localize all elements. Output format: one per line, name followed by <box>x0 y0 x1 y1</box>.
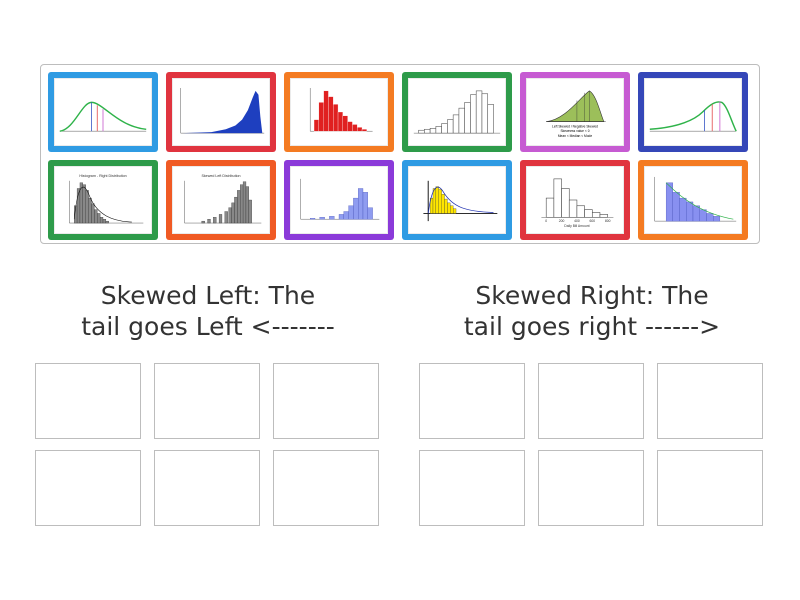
card-5-line2: Skewness value < 0 <box>561 129 590 133</box>
lavender-left-skew-histogram-icon <box>300 178 380 220</box>
yellow-right-skew-histogram-icon <box>423 180 498 222</box>
drop-slot-right-5[interactable] <box>538 450 644 526</box>
card-11-tick-1: 200 <box>559 219 565 223</box>
card-12-image <box>644 166 742 234</box>
card-12[interactable] <box>638 160 748 240</box>
category-heading-right: Skewed Right: The tail goes right ------… <box>442 280 742 342</box>
blue-right-skew-histogram-icon <box>654 176 737 222</box>
blue-left-skew-histogram-icon <box>180 88 265 134</box>
card-10[interactable] <box>402 160 512 240</box>
category-right-line2: tail goes right ------> <box>463 312 721 341</box>
drop-slot-right-3[interactable] <box>657 363 763 439</box>
drop-slot-left-2[interactable] <box>154 363 260 439</box>
card-2-image <box>172 78 270 146</box>
card-6[interactable] <box>638 72 748 152</box>
card-11-tick-0: 0 <box>545 219 547 223</box>
drop-slot-left-4[interactable] <box>35 450 141 526</box>
category-left-line1: Skewed Left: The <box>100 281 316 310</box>
card-8[interactable]: Skewed Left Distribution <box>166 160 276 240</box>
white-left-skew-histogram-icon <box>413 90 501 134</box>
card-1-image <box>54 78 152 146</box>
card-11-tick-3: 600 <box>589 219 595 223</box>
card-11-axis-label: Daily Bill Amount <box>564 224 589 228</box>
drop-slot-right-4[interactable] <box>419 450 525 526</box>
card-2[interactable] <box>166 72 276 152</box>
card-4[interactable] <box>402 72 512 152</box>
curve-mean-median-mode-icon <box>59 101 147 132</box>
card-8-image: Skewed Left Distribution <box>172 166 270 234</box>
card-7-title: Histogram - Right Distribution <box>79 174 126 178</box>
card-3[interactable] <box>284 72 394 152</box>
drop-slot-left-1[interactable] <box>35 363 141 439</box>
drop-slot-right-1[interactable] <box>419 363 525 439</box>
card-8-title: Skewed Left Distribution <box>201 174 240 178</box>
card-1[interactable] <box>48 72 158 152</box>
left-skew-curve-icon <box>649 101 737 132</box>
category-heading-left: Skewed Left: The tail goes Left <------- <box>58 280 358 342</box>
card-7[interactable]: Histogram - Right Distribution <box>48 160 158 240</box>
card-7-image: Histogram - Right Distribution <box>54 166 152 234</box>
card-5-image: Left Skewed / Negative Skewed Skewness v… <box>526 78 624 146</box>
gray-right-skew-histogram-icon: Histogram - Right Distribution <box>69 174 144 224</box>
card-11-tick-2: 400 <box>574 219 580 223</box>
card-4-image <box>408 78 506 146</box>
card-11-tick-4: 800 <box>605 219 611 223</box>
drop-slot-right-6[interactable] <box>657 450 763 526</box>
category-left-line2: tail goes Left <------- <box>81 312 335 341</box>
card-5-line3: Mean < Median < Mode <box>558 134 593 138</box>
green-skewed-curve-icon: Left Skewed / Negative Skewed Skewness v… <box>546 90 606 138</box>
card-5-line1: Left Skewed / Negative Skewed <box>552 124 598 128</box>
card-5[interactable]: Left Skewed / Negative Skewed Skewness v… <box>520 72 630 152</box>
drop-slot-left-6[interactable] <box>273 450 379 526</box>
card-9-image <box>290 166 388 234</box>
card-11-image: 0 200 400 600 800 Daily Bill Amount <box>526 166 624 234</box>
drop-slot-left-3[interactable] <box>273 363 379 439</box>
card-3-image <box>290 78 388 146</box>
card-tray: Left Skewed / Negative Skewed Skewness v… <box>40 64 760 244</box>
white-right-skew-histogram-icon: 0 200 400 600 800 Daily Bill Amount <box>541 178 614 228</box>
drop-slot-left-5[interactable] <box>154 450 260 526</box>
category-right-line1: Skewed Right: The <box>475 281 709 310</box>
card-10-image <box>408 166 506 234</box>
drop-slot-right-2[interactable] <box>538 363 644 439</box>
card-11[interactable]: 0 200 400 600 800 Daily Bill Amount <box>520 160 630 240</box>
card-6-image <box>644 78 742 146</box>
red-right-skew-histogram-icon <box>309 88 373 132</box>
card-9[interactable] <box>284 160 394 240</box>
gray-left-skew-histogram-icon: Skewed Left Distribution <box>184 174 262 224</box>
